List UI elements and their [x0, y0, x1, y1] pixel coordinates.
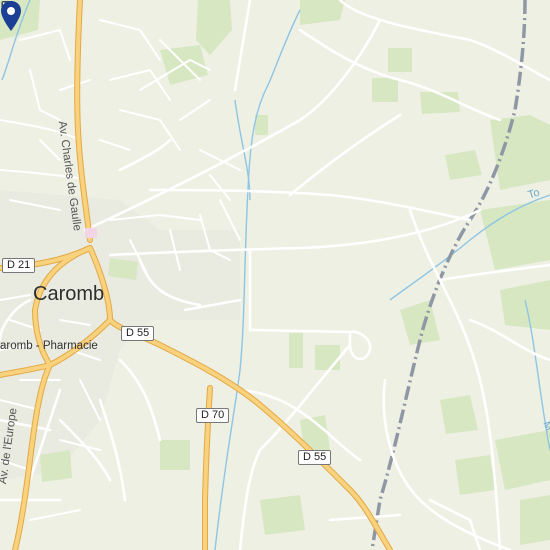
- road-shield-d70: D 70: [196, 408, 230, 423]
- map-view[interactable]: Av. Charles de Gaulle Av. de l'Europe Ca…: [0, 0, 550, 550]
- town-label: Caromb: [33, 283, 105, 305]
- poi-area: [85, 228, 97, 238]
- poi-label-pharmacy[interactable]: aromb - Pharmacie: [0, 340, 98, 352]
- map-canvas[interactable]: [0, 0, 550, 550]
- road-shield-d55-west: D 55: [121, 326, 155, 341]
- road-shield-d21: D 21: [2, 258, 36, 273]
- map-pin-icon[interactable]: [0, 0, 22, 32]
- road-shield-d55-east: D 55: [298, 450, 332, 465]
